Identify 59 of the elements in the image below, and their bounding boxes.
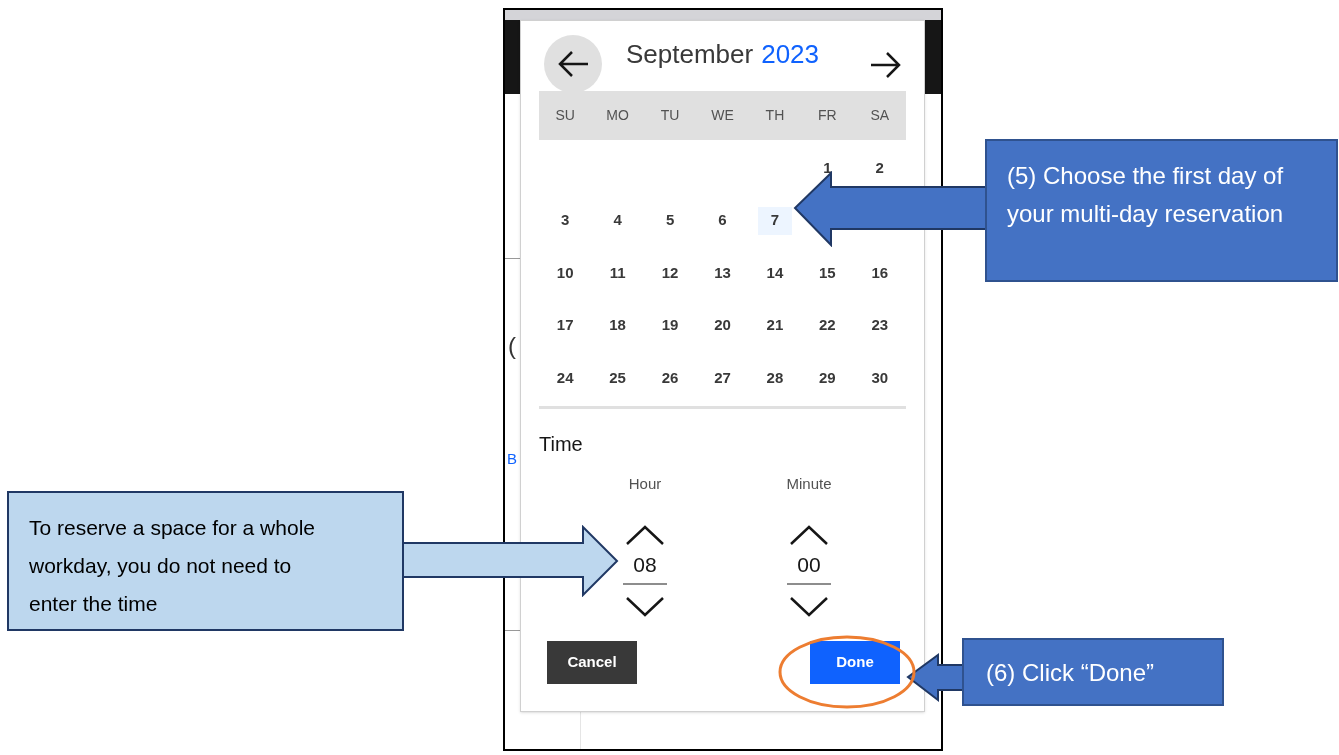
calendar-day[interactable]: 14 <box>757 258 792 287</box>
weekday-label: SU <box>554 106 576 125</box>
calendar-day[interactable]: 20 <box>705 311 740 340</box>
calendar-day[interactable]: 15 <box>810 258 845 287</box>
weekday-label: TH <box>764 106 786 125</box>
chevron-up-icon <box>626 525 664 546</box>
text-fragment: B <box>507 449 517 469</box>
decrement-button[interactable] <box>789 594 829 619</box>
time-input-field[interactable]: 08 <box>623 549 667 585</box>
calendar-day[interactable]: 13 <box>705 258 740 287</box>
chevron-up-icon <box>790 525 828 546</box>
time-input-field[interactable]: 00 <box>787 549 831 585</box>
calendar-day[interactable]: 11 <box>600 258 635 287</box>
calendar-day[interactable]: 25 <box>600 363 635 392</box>
weekday-label: FR <box>817 106 838 125</box>
calendar-day[interactable]: 1 <box>810 154 845 183</box>
weekday-label: TU <box>659 106 681 125</box>
calendar-day[interactable]: 21 <box>757 311 792 340</box>
callout-text: (6) Click “Done” <box>962 638 1224 706</box>
calendar-day[interactable]: 26 <box>653 363 688 392</box>
calendar-day[interactable]: 12 <box>653 258 688 287</box>
right-arrow-icon <box>870 51 902 79</box>
calendar-day[interactable]: 22 <box>810 311 845 340</box>
decrement-button[interactable] <box>625 594 665 619</box>
calendar-day[interactable]: 17 <box>548 311 583 340</box>
text-fragment: ( <box>508 331 516 361</box>
time-field-label: Minute <box>786 473 832 494</box>
calendar-day[interactable]: 3 <box>548 206 583 235</box>
calendar-day[interactable]: 7 <box>757 206 792 235</box>
callout-text: (5) Choose the first day of your multi-day reservation <box>985 139 1338 282</box>
calendar-day[interactable]: 6 <box>705 206 740 235</box>
increment-button[interactable] <box>789 523 829 548</box>
year-label[interactable]: 2023 <box>761 35 819 74</box>
calendar-day[interactable]: 23 <box>862 311 897 340</box>
chevron-down-icon <box>626 596 664 617</box>
calendar-day[interactable]: 29 <box>810 363 845 392</box>
calendar-day[interactable]: 4 <box>600 206 635 235</box>
cancel-button[interactable]: Cancel <box>547 640 637 684</box>
time-field-label: Hour <box>628 473 662 494</box>
left-arrow-icon <box>557 50 589 78</box>
calendar-day[interactable]: 18 <box>600 311 635 340</box>
weekday-label: MO <box>605 106 630 125</box>
weekday-label: SA <box>869 106 891 125</box>
calendar-day[interactable]: 30 <box>862 363 897 392</box>
month-label: September <box>626 38 754 71</box>
calendar-day[interactable]: 16 <box>862 258 897 287</box>
done-button[interactable]: Done <box>810 640 900 684</box>
calendar-day[interactable]: 2 <box>862 154 897 183</box>
time-heading: Time <box>539 431 584 457</box>
calendar-day[interactable]: 24 <box>548 363 583 392</box>
chevron-down-icon <box>790 596 828 617</box>
callout-text: To reserve a space for a whole workday, you do not need to enter the time <box>7 491 404 631</box>
calendar-day[interactable]: 28 <box>757 363 792 392</box>
increment-button[interactable] <box>625 523 665 548</box>
calendar-day[interactable]: 5 <box>653 206 688 235</box>
calendar-day[interactable]: 19 <box>653 311 688 340</box>
calendar-day[interactable]: 27 <box>705 363 740 392</box>
calendar-day[interactable]: 10 <box>548 258 583 287</box>
weekday-label: WE <box>710 106 735 125</box>
